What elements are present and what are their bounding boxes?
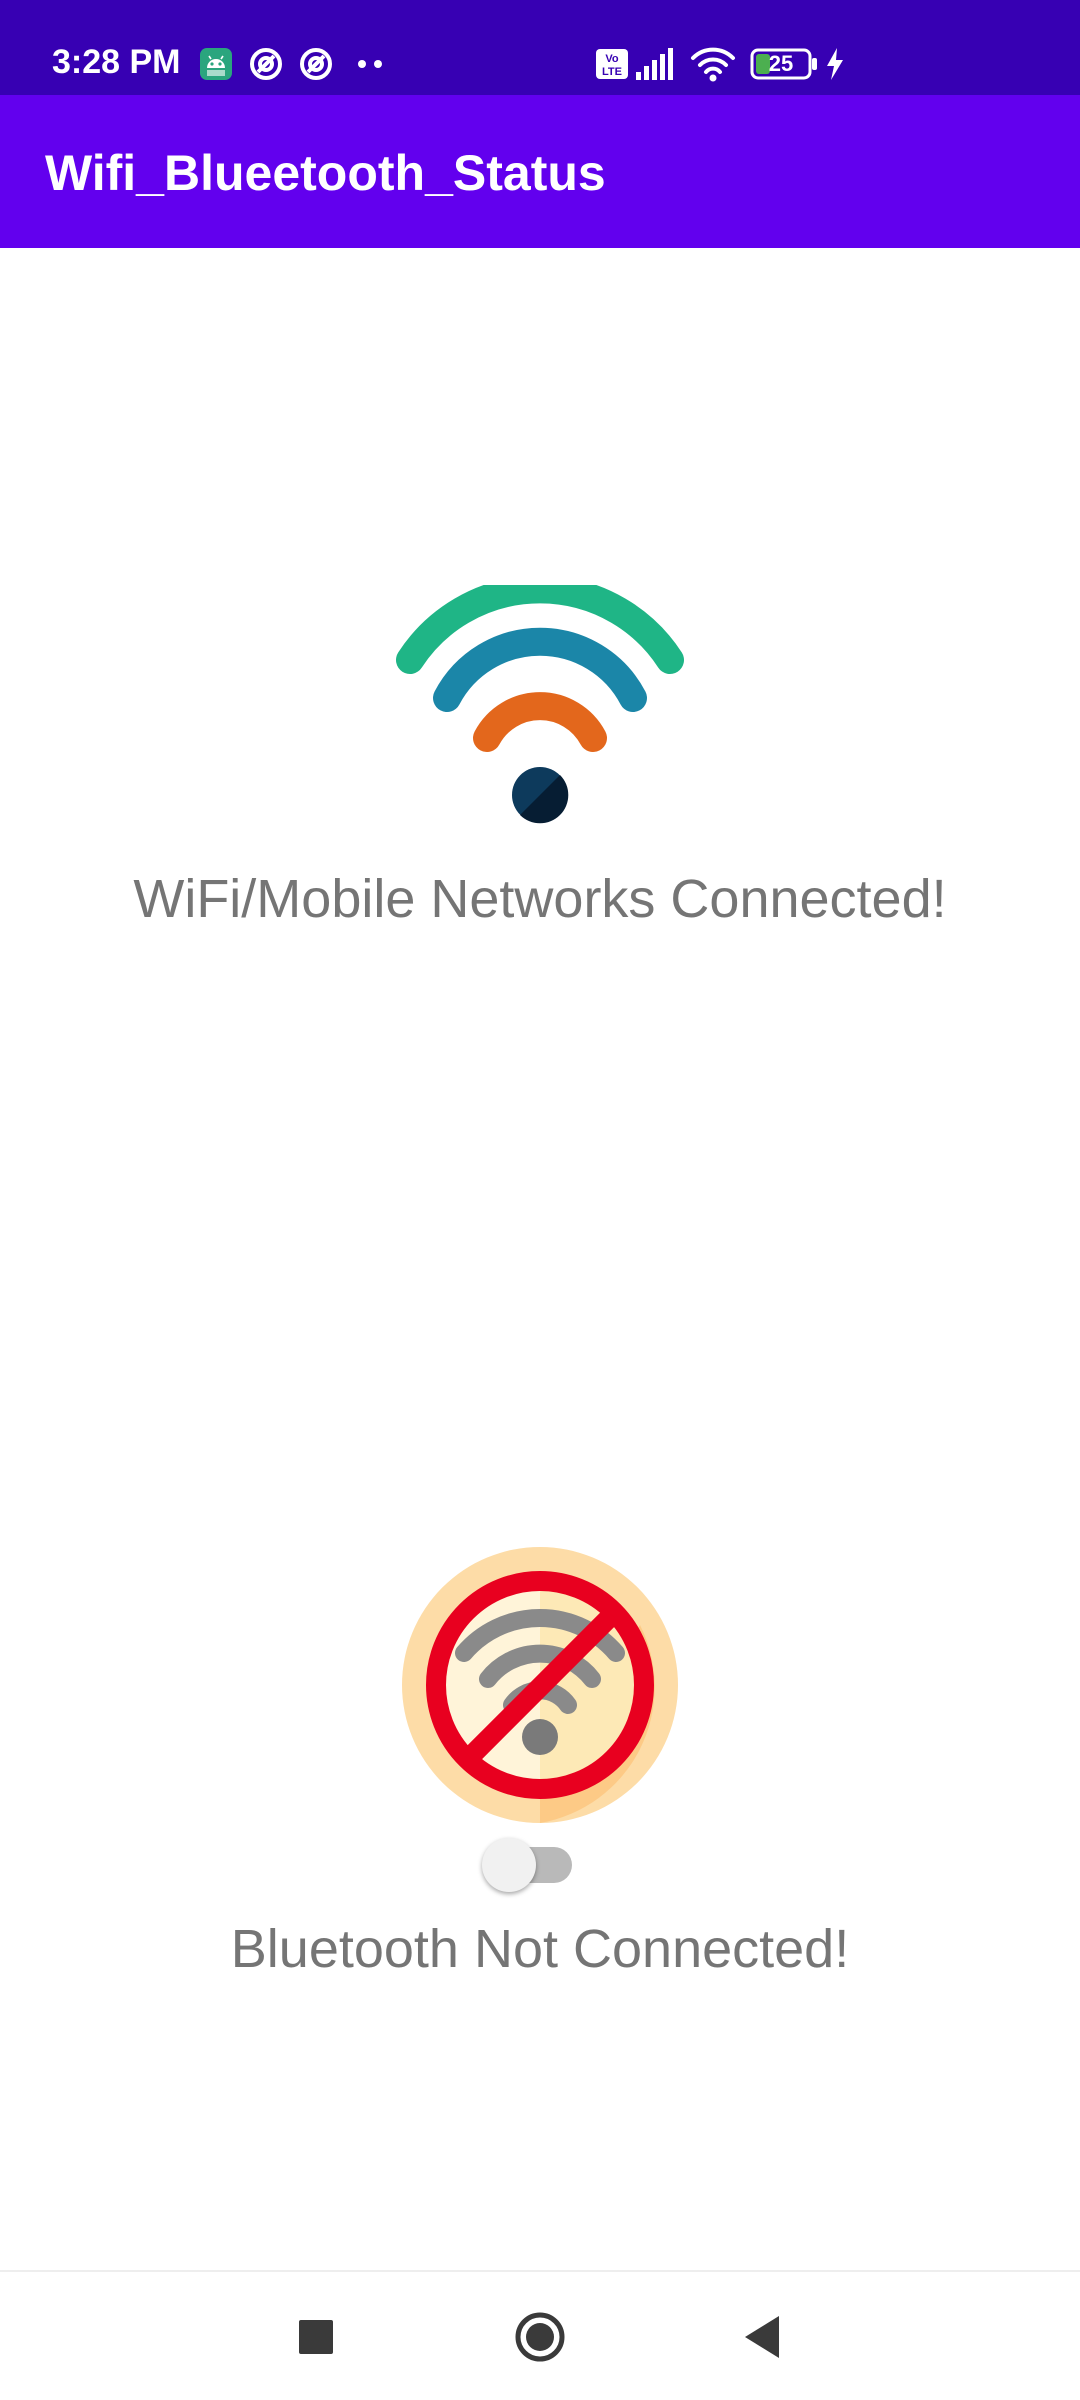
bluetooth-toggle-switch[interactable] <box>482 1830 574 1892</box>
battery-icon: 25 <box>750 46 820 82</box>
svg-text:LTE: LTE <box>602 66 622 78</box>
at-sign-icon <box>300 48 332 80</box>
volte-icon: Vo LTE <box>596 49 628 79</box>
bluetooth-status-text: Bluetooth Not Connected! <box>230 1919 850 1979</box>
recents-button[interactable] <box>281 2302 351 2372</box>
more-notifications-icon <box>358 60 382 68</box>
charging-icon <box>827 48 843 80</box>
navigation-bar <box>0 2270 1080 2400</box>
no-connection-icon <box>402 1547 678 1823</box>
status-bar: 3:28 PM Vo LTE 25 <box>0 0 1080 95</box>
at-sign-icon <box>250 48 282 80</box>
wifi-connected-icon <box>396 585 684 824</box>
wifi-signal-icon <box>691 47 735 82</box>
home-button[interactable] <box>505 2302 575 2372</box>
svg-text:Vo: Vo <box>605 53 619 65</box>
battery-level: 25 <box>768 51 794 76</box>
screen: 3:28 PM Vo LTE 25 Wifi_Blueetooth_Status… <box>0 0 1080 2400</box>
back-button[interactable] <box>729 2302 799 2372</box>
app-title: Wifi_Blueetooth_Status <box>45 145 606 201</box>
app-bar: Wifi_Blueetooth_Status <box>0 95 1080 248</box>
switch-thumb <box>482 1838 536 1892</box>
status-time: 3:28 PM <box>52 43 181 81</box>
wifi-status-text: WiFi/Mobile Networks Connected! <box>133 869 947 929</box>
cell-signal-icon <box>636 48 673 80</box>
android-app-icon <box>200 48 232 80</box>
